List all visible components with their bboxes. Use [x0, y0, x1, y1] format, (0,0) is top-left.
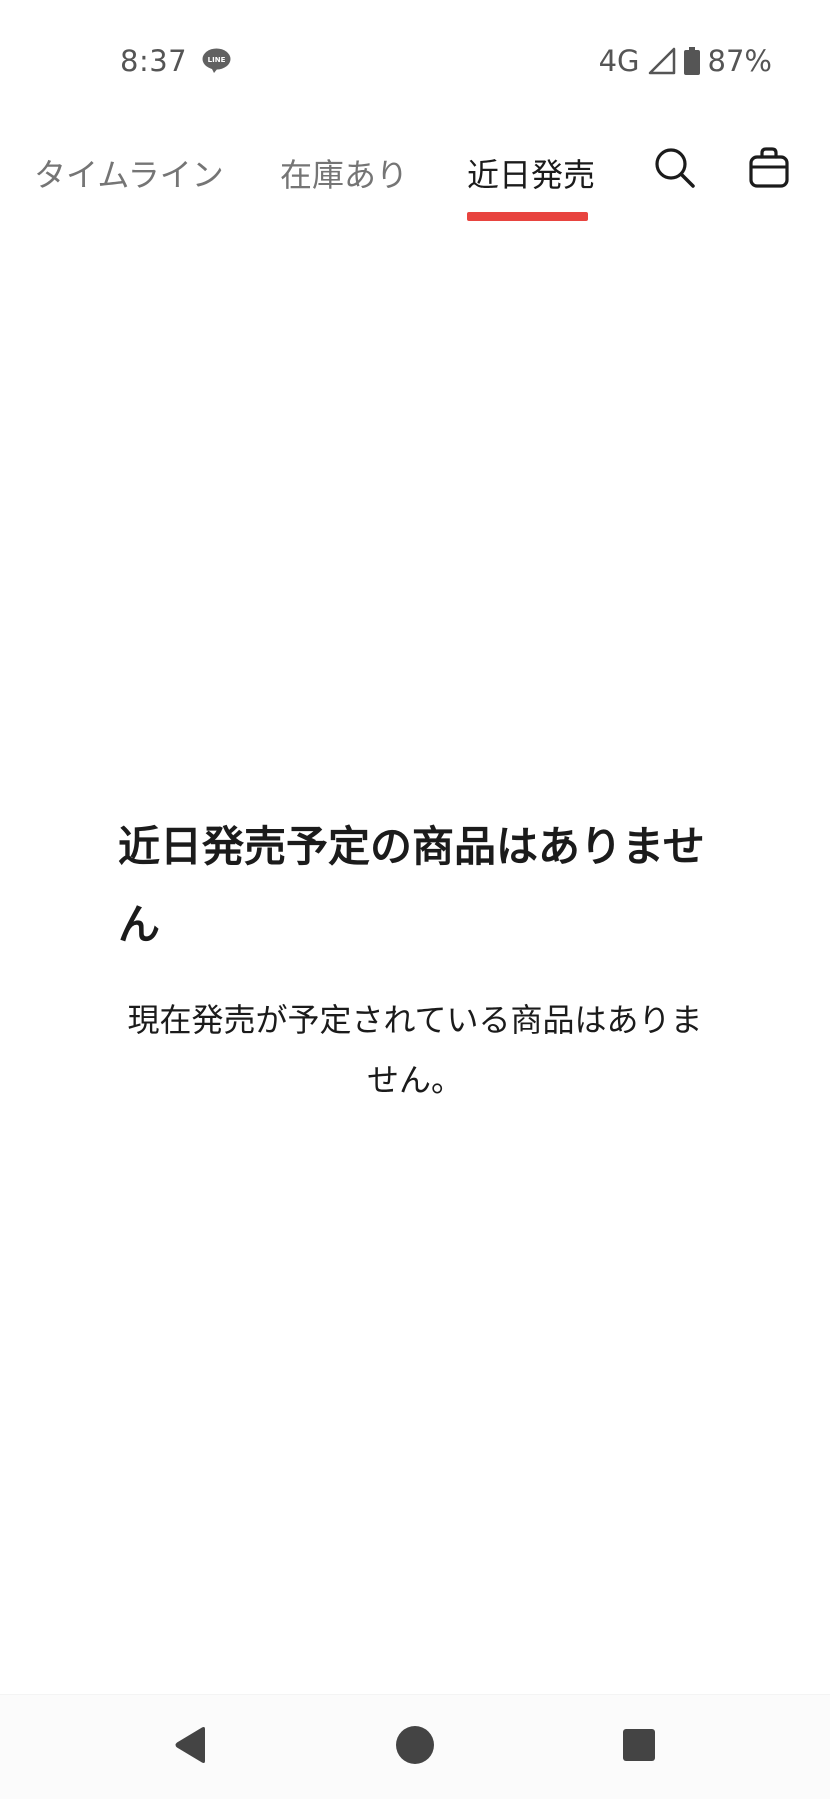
- search-button[interactable]: [647, 142, 703, 198]
- empty-state-title: 近日発売予定の商品はありません: [118, 822, 705, 949]
- search-icon: [653, 146, 697, 194]
- status-time: 8:37: [120, 44, 188, 78]
- network-type: 4G: [598, 44, 640, 78]
- empty-state-description: 現在発売が予定されている商品はありません。: [127, 1001, 703, 1099]
- home-button[interactable]: [387, 1719, 443, 1775]
- back-button[interactable]: [163, 1719, 219, 1775]
- battery-icon: [683, 47, 700, 75]
- active-tab-indicator: [467, 212, 588, 221]
- signal-icon: [648, 47, 676, 75]
- battery-percent: 87%: [707, 44, 772, 78]
- tab-in-stock[interactable]: 在庫あり: [280, 150, 408, 196]
- back-triangle-icon: [173, 1726, 209, 1768]
- tab-timeline[interactable]: タイムライン: [34, 150, 224, 196]
- tab-upcoming[interactable]: 近日発売: [467, 150, 595, 196]
- recents-square-icon: [622, 1728, 656, 1766]
- line-app-icon: LINE: [202, 48, 231, 73]
- status-bar: 8:37 LINE 4G 87%: [0, 0, 830, 110]
- system-nav-bar: [0, 1694, 830, 1799]
- tab-bar: タイムライン 在庫あり 近日発売: [0, 120, 830, 224]
- status-indicators: 4G 87%: [599, 44, 772, 78]
- svg-text:LINE: LINE: [208, 56, 226, 64]
- shopping-bag-icon: [748, 147, 790, 193]
- home-circle-icon: [395, 1725, 435, 1769]
- recents-button[interactable]: [611, 1719, 667, 1775]
- cart-button[interactable]: [741, 142, 797, 198]
